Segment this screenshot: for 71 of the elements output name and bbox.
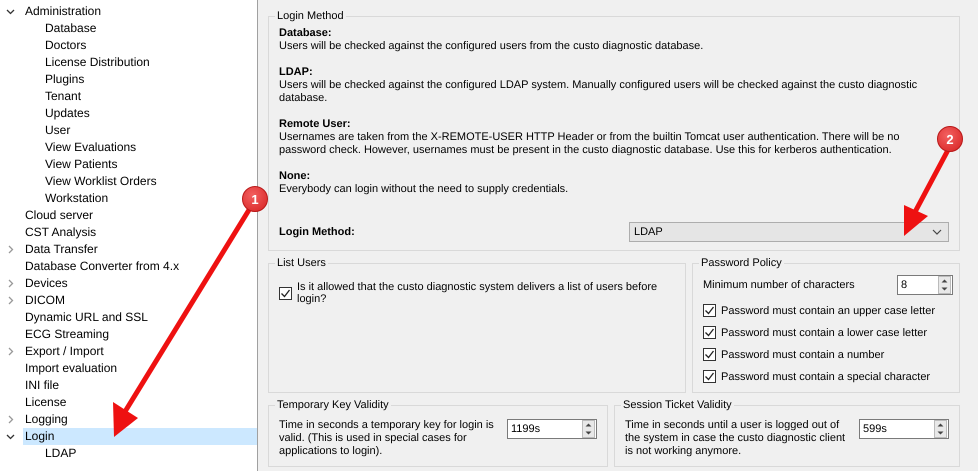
tree-item[interactable]: Logging: [23, 411, 70, 428]
method-description: Users will be checked against the configured LDAP system. Manually configured users will be checked against the custo diagnostic database.: [279, 79, 918, 105]
spin-arrows-icon[interactable]: [934, 420, 947, 438]
chevron-down-icon: [932, 228, 942, 236]
tree-item[interactable]: Import evaluation: [23, 360, 120, 377]
tree-item[interactable]: Tenant: [43, 88, 84, 105]
method-heading: LDAP:: [279, 66, 314, 79]
tree-item[interactable]: Database: [43, 20, 98, 37]
tree-item[interactable]: Database Converter from 4.x: [23, 258, 182, 275]
method-heading: Remote User:: [279, 118, 352, 131]
tree-item[interactable]: ECG Streaming: [23, 326, 112, 343]
checkbox[interactable]: [703, 326, 716, 339]
chevron-right-icon[interactable]: [6, 347, 15, 356]
spin-arrows-icon[interactable]: [582, 420, 595, 438]
method-description: Users will be checked against the configured users from the custo diagnostic database.: [279, 40, 704, 53]
method-heading: None:: [279, 170, 312, 183]
tree-item[interactable]: Plugins: [43, 71, 86, 88]
chevron-down-icon[interactable]: [6, 7, 15, 16]
spin-arrows-icon[interactable]: [938, 276, 951, 294]
method-description: Usernames are taken from the X-REMOTE-USER HTTP Header or from the builtin Tomcat user authentication. There will be no password check. However, usernames must be present in the custo diagnostic database. Use this for kerberos authentication.: [279, 131, 901, 157]
group-title: Temporary Key Validity: [276, 399, 390, 411]
chevron-right-icon[interactable]: [6, 279, 15, 288]
method-heading: Database:: [279, 27, 333, 40]
field-description: Time in seconds a temporary key for login is valid. (This is used in special cases for applications to login).: [279, 419, 495, 458]
group-title: List Users: [276, 257, 327, 269]
checkbox[interactable]: [703, 370, 716, 383]
tree-item[interactable]: Doctors: [43, 37, 88, 54]
number-badge: 2: [937, 126, 963, 152]
number-badge: 1: [242, 186, 268, 212]
checkbox[interactable]: [703, 304, 716, 317]
checkbox-label: Password must contain a number: [721, 348, 884, 360]
tree-item[interactable]: Workstation: [43, 190, 110, 207]
tree-item[interactable]: View Evaluations: [43, 139, 138, 156]
checkbox[interactable]: [703, 348, 716, 361]
chevron-down-icon[interactable]: [6, 432, 15, 441]
tree-item[interactable]: Login: [23, 428, 257, 445]
tree-item[interactable]: DICOM: [23, 292, 67, 309]
field-description: Time in seconds until a user is logged out of the system in case the custo diagnostic client is not working anymore.: [625, 419, 846, 458]
checkbox-label: Password must contain an upper case letter: [721, 304, 936, 316]
checkbox[interactable]: [279, 286, 292, 300]
tree-item[interactable]: License Distribution: [43, 54, 152, 71]
method-description: Everybody can login without the need to supply credentials.: [279, 183, 570, 196]
group-title: Session Ticket Validity: [622, 399, 733, 411]
tree-item[interactable]: Data Transfer: [23, 241, 100, 258]
tree-item[interactable]: License: [23, 394, 68, 411]
tree-item[interactable]: Dynamic URL and SSL: [23, 309, 150, 326]
spin-field[interactable]: 1199s: [507, 419, 597, 439]
tree-item[interactable]: Devices: [23, 275, 70, 292]
chevron-right-icon[interactable]: [6, 245, 15, 254]
chevron-right-icon[interactable]: [6, 296, 15, 305]
tree-item[interactable]: Updates: [43, 105, 92, 122]
tree-item[interactable]: View Worklist Orders: [43, 173, 159, 190]
tree-item[interactable]: Administration: [23, 3, 104, 20]
group-title: Password Policy: [700, 257, 783, 269]
login-method-dropdown[interactable]: LDAP: [629, 222, 949, 242]
tree-item[interactable]: User: [43, 122, 72, 139]
chevron-right-icon[interactable]: [6, 415, 15, 424]
tree-item[interactable]: INI file: [23, 377, 62, 394]
field-label: Login Method:: [279, 226, 355, 238]
tree-item[interactable]: Export / Import: [23, 343, 106, 360]
spin-field[interactable]: 8: [897, 275, 953, 295]
tree-item[interactable]: LDAP: [43, 445, 78, 462]
checkbox-label: Password must contain a special character: [721, 370, 930, 382]
tree-item[interactable]: CST Analysis: [23, 224, 98, 241]
tree-item[interactable]: Cloud server: [23, 207, 96, 224]
tree-item[interactable]: View Patients: [43, 156, 120, 173]
spin-field[interactable]: 599s: [859, 419, 949, 439]
group-title: Login Method: [276, 10, 345, 22]
checkbox-label: Password must contain a lower case letter: [721, 326, 928, 338]
checkbox-label: Is it allowed that the custo diagnostic system delivers a list of users before login?: [297, 281, 658, 305]
field-label: Minimum number of characters: [703, 279, 855, 291]
